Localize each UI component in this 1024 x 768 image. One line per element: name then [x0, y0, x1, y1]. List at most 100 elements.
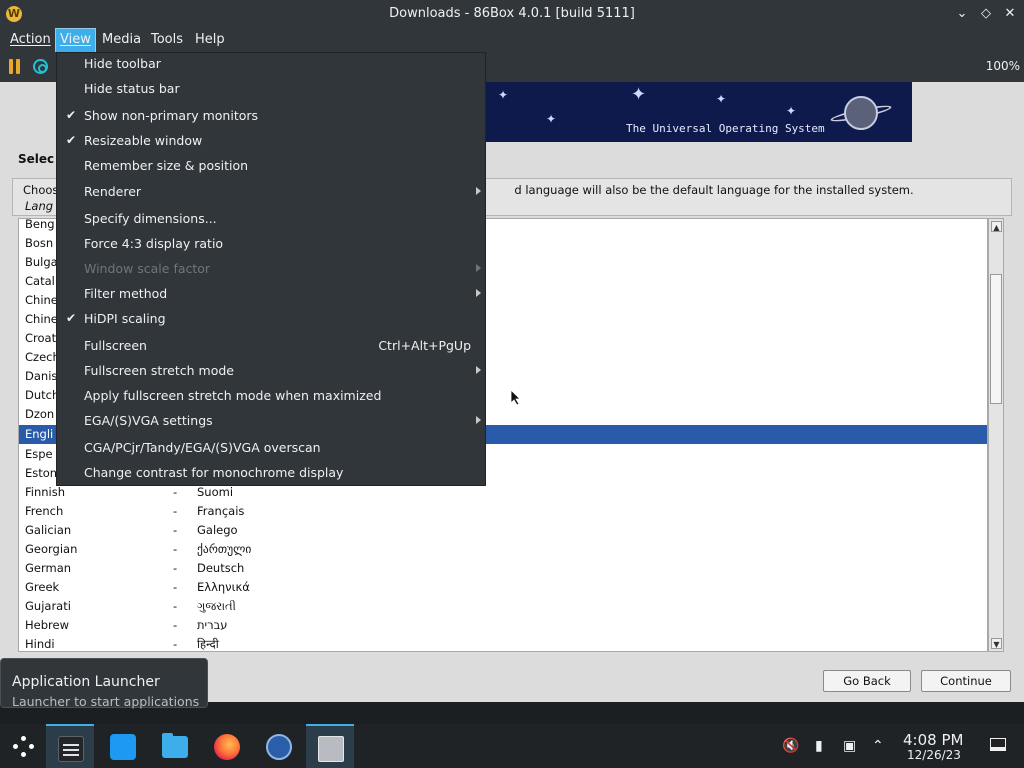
menu-item-label: Force 4:3 display ratio [84, 236, 224, 251]
language-name: Bulga [25, 255, 58, 269]
menu-item-apply-fullscreen-stretch[interactable]: Apply fullscreen stretch mode when maxim… [57, 384, 485, 408]
menu-item-resizeable-window[interactable]: ✔ Resizeable window [57, 129, 485, 153]
menu-action[interactable]: Action [6, 29, 55, 52]
mouse-cursor-icon [511, 390, 521, 406]
menu-item-show-non-primary-monitors[interactable]: ✔ Show non-primary monitors [57, 104, 485, 128]
clock-time[interactable]: 4:08 PM [903, 731, 963, 749]
network-browser-icon [266, 734, 292, 760]
language-separator: - [173, 599, 178, 613]
star-icon: ✦ [631, 84, 647, 105]
language-list-item[interactable]: Greek - Ελληνικά [19, 578, 987, 597]
language-name: Hindi [25, 637, 55, 651]
language-list-scrollbar[interactable]: ▲ ▼ [988, 218, 1004, 652]
maximize-button[interactable]: ◇ [977, 5, 995, 23]
menu-item-window-scale-factor: Window scale factor [57, 257, 485, 281]
menu-help[interactable]: Help [191, 29, 229, 52]
menu-item-renderer[interactable]: Renderer [57, 180, 485, 204]
language-separator: - [173, 485, 178, 499]
language-native-name: Ελληνικά [197, 580, 250, 594]
window-titlebar[interactable]: W Downloads - 86Box 4.0.1 [build 5111] ⌄… [0, 0, 1024, 29]
menu-item-remember-size-position[interactable]: Remember size & position [57, 154, 485, 178]
language-list-item[interactable]: Hebrew - עברית [19, 616, 987, 635]
installer-heading: Selec [18, 152, 55, 166]
application-launcher-icon [12, 734, 38, 760]
menu-item-label: Renderer [84, 184, 142, 199]
expand-tray-icon[interactable]: ⌃ [872, 738, 884, 754]
menu-item-specify-dimensions[interactable]: Specify dimensions... [57, 207, 485, 231]
menu-item-ega-svga-settings[interactable]: EGA/(S)VGA settings [57, 409, 485, 433]
menu-item-label: Filter method [84, 286, 168, 301]
menu-item-force-4-3-ratio[interactable]: Force 4:3 display ratio [57, 232, 485, 256]
language-separator: - [173, 580, 178, 594]
language-list-item[interactable]: French - Français [19, 502, 987, 521]
show-desktop-icon[interactable] [990, 738, 1006, 751]
close-button[interactable]: ✕ [1001, 5, 1019, 23]
battery-icon[interactable]: ▮ [815, 738, 823, 754]
language-separator: - [173, 504, 178, 518]
menu-item-label: Resizeable window [84, 133, 203, 148]
discover-store-icon [110, 734, 136, 760]
menu-view[interactable]: View [55, 28, 96, 53]
taskbar-file-manager[interactable] [150, 724, 198, 768]
reset-icon[interactable] [33, 59, 48, 74]
menu-item-label: Remember size & position [84, 158, 249, 173]
language-native-name: हिन्दी [197, 637, 219, 651]
language-name: Bosn [25, 236, 54, 250]
language-separator: - [173, 523, 178, 537]
language-native-name: Suomi [197, 485, 234, 499]
language-name: Beng [25, 218, 55, 231]
menu-item-overscan[interactable]: CGA/PCjr/Tandy/EGA/(S)VGA overscan [57, 436, 485, 460]
minimize-button[interactable]: ⌄ [953, 5, 971, 23]
star-icon: ✦ [546, 112, 557, 126]
menu-item-label: Show non-primary monitors [84, 108, 259, 123]
continue-button[interactable]: Continue [921, 670, 1011, 692]
go-back-button[interactable]: Go Back [823, 670, 911, 692]
menu-item-hide-toolbar[interactable]: Hide toolbar [57, 52, 485, 76]
submenu-arrow-icon [476, 264, 481, 272]
taskbar-network-browser[interactable] [254, 724, 302, 768]
taskbar-discover[interactable] [98, 724, 146, 768]
application-launcher-button[interactable] [0, 724, 48, 768]
language-separator: - [173, 618, 178, 632]
taskbar-86box[interactable] [306, 724, 354, 768]
pause-icon[interactable] [9, 59, 21, 74]
language-list-item[interactable]: Gujarati - ગુજરાતી [19, 597, 987, 616]
scroll-up-icon[interactable]: ▲ [991, 221, 1002, 232]
menu-item-label: EGA/(S)VGA settings [84, 413, 213, 428]
language-list-item[interactable]: Galician - Galego [19, 521, 987, 540]
menu-tools[interactable]: Tools [147, 29, 187, 52]
window-title: Downloads - 86Box 4.0.1 [build 5111] [389, 6, 635, 21]
menu-item-shortcut: Ctrl+Alt+PgUp [378, 338, 471, 353]
menu-item-label: HiDPI scaling [84, 311, 166, 326]
language-list-item[interactable]: German - Deutsch [19, 559, 987, 578]
language-native-name: Deutsch [197, 561, 245, 575]
menu-item-hidpi-scaling[interactable]: ✔ HiDPI scaling [57, 307, 485, 331]
firefox-icon [214, 734, 240, 760]
scroll-down-icon[interactable]: ▼ [991, 638, 1002, 649]
menu-item-label: Specify dimensions... [84, 211, 217, 226]
language-native-name: ქართული [197, 542, 252, 556]
desktop: W Downloads - 86Box 4.0.1 [build 5111] ⌄… [0, 0, 1024, 768]
taskbar-system-settings[interactable] [46, 724, 94, 768]
scrollbar-thumb[interactable] [990, 274, 1002, 404]
menu-item-fullscreen[interactable]: Fullscreen Ctrl+Alt+PgUp [57, 334, 485, 358]
volume-muted-icon[interactable]: 🔇 [782, 738, 799, 754]
language-separator: - [173, 542, 178, 556]
language-name: Dutch [25, 388, 60, 402]
menu-item-hide-status-bar[interactable]: Hide status bar [57, 77, 485, 101]
network-icon[interactable]: ▣ [843, 738, 856, 754]
language-list-item[interactable]: Georgian - ქართული [19, 540, 987, 559]
menu-item-filter-method[interactable]: Filter method [57, 282, 485, 306]
language-list-item[interactable]: Hindi - हिन्दी [19, 635, 987, 651]
clock-date[interactable]: 12/26/23 [907, 748, 961, 762]
menu-item-monochrome-contrast[interactable]: Change contrast for monochrome display [57, 461, 485, 485]
menu-item-label: Hide toolbar [84, 56, 161, 71]
language-name: Galician [25, 523, 72, 537]
menu-media[interactable]: Media [98, 29, 145, 52]
menu-item-fullscreen-stretch-mode[interactable]: Fullscreen stretch mode [57, 359, 485, 383]
language-native-name: ગુજરાતી [197, 599, 236, 613]
menu-item-label: Window scale factor [84, 261, 211, 276]
language-name: Catal [25, 274, 55, 288]
zoom-level: 100% [985, 59, 1020, 73]
taskbar-firefox[interactable] [202, 724, 250, 768]
